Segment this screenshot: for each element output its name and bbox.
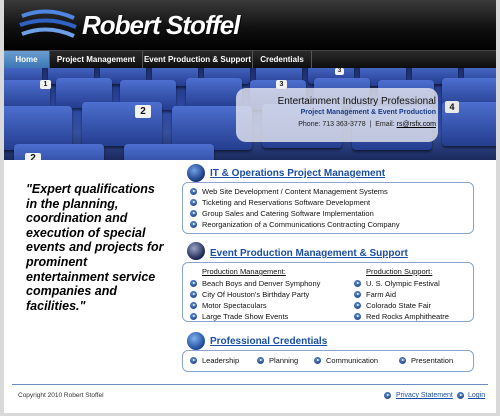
privacy-statement-link[interactable]: Privacy Statement: [396, 392, 453, 399]
list-item: U. S. Olympic Festival: [354, 279, 440, 288]
production-management-heading: Production Management:: [202, 267, 286, 276]
arrow-bullet-icon: [190, 188, 197, 195]
phone-text: Phone: 713 363-3778: [298, 121, 366, 128]
page: Robert Stoffel Home Project Management E…: [4, 0, 496, 413]
stadium-seat: [124, 144, 214, 160]
arrow-bullet-icon: [354, 313, 361, 320]
list-item: City Of Houston's Birthday Party: [190, 290, 309, 299]
list-item: Planning: [257, 356, 298, 365]
nav-project-management[interactable]: Project Management: [50, 51, 143, 69]
tagline-quote: "Expert qualifications in the planning, …: [26, 182, 164, 313]
arrow-bullet-icon: [354, 280, 361, 287]
email-link[interactable]: rs@rsfx.com: [397, 121, 436, 128]
list-item: Communication: [314, 356, 378, 365]
section-title-credentials[interactable]: Professional Credentials: [210, 336, 327, 347]
arrow-bullet-icon: [314, 357, 321, 364]
list-item: Large Trade Show Events: [190, 312, 288, 321]
list-item: Leadership: [190, 356, 239, 365]
section-title-it[interactable]: IT & Operations Project Management: [210, 168, 385, 179]
list-item: Web Site Development / Content Managemen…: [190, 187, 388, 196]
arrow-bullet-icon: [190, 313, 197, 320]
info-subtitle: Project Management & Event Production: [300, 109, 436, 116]
arrow-bullet-icon: [354, 291, 361, 298]
arrow-bullet-icon: [190, 210, 197, 217]
seat-number: 2: [25, 153, 41, 160]
list-item: Beach Boys and Denver Symphony: [190, 279, 320, 288]
seat-number: 3: [335, 68, 344, 75]
email-label: Email:: [375, 121, 395, 128]
globe-icon: [187, 332, 205, 350]
copyright-text: Copyright 2010 Robert Stoffel: [18, 392, 104, 399]
list-item: Reorganization of a Communications Contr…: [190, 220, 400, 229]
spotlight-icon: [187, 242, 205, 260]
arrow-bullet-icon: [190, 357, 197, 364]
section-title-event[interactable]: Event Production Management & Support: [210, 248, 408, 259]
info-title: Entertainment Industry Professional: [277, 96, 436, 107]
arrow-bullet-icon: [399, 357, 406, 364]
arrow-bullet-icon: [190, 280, 197, 287]
list-item: Colorado State Fair: [354, 301, 431, 310]
arrow-bullet-icon: [190, 291, 197, 298]
list-item: Presentation: [399, 356, 453, 365]
list-item: Red Rocks Amphitheatre: [354, 312, 449, 321]
seat-number: 2: [135, 105, 151, 118]
production-support-heading: Production Support:: [366, 267, 433, 276]
seat-number: 1: [40, 80, 51, 89]
nav-event-production[interactable]: Event Production & Support: [143, 51, 253, 69]
list-item: Motor Spectaculars: [190, 301, 267, 310]
login-link[interactable]: Login: [468, 392, 485, 399]
seat-number: 4: [445, 101, 459, 113]
arrow-bullet-icon: [384, 392, 391, 399]
logo-text[interactable]: Robert Stoffel: [82, 10, 240, 41]
arrow-bullet-icon: [354, 302, 361, 309]
list-item: Group Sales and Catering Software Implem…: [190, 209, 374, 218]
site-header: Robert Stoffel: [4, 0, 496, 50]
arrow-bullet-icon: [190, 302, 197, 309]
logo-swoosh-icon: [19, 9, 77, 38]
stadium-seat: [186, 78, 242, 108]
nav-credentials[interactable]: Credentials: [253, 51, 312, 69]
contact-line: Phone: 713 363-3778 | Email: rs@rsfx.com: [298, 121, 436, 128]
footer-divider: [12, 384, 488, 385]
globe-icon: [187, 164, 205, 182]
arrow-bullet-icon: [257, 357, 264, 364]
list-item: Ticketing and Reservations Software Deve…: [190, 198, 370, 207]
main-nav: Home Project Management Event Production…: [4, 50, 496, 69]
arrow-bullet-icon: [457, 392, 464, 399]
arrow-bullet-icon: [190, 199, 197, 206]
nav-home[interactable]: Home: [4, 51, 50, 69]
list-item: Farm Aid: [354, 290, 396, 299]
arrow-bullet-icon: [190, 221, 197, 228]
